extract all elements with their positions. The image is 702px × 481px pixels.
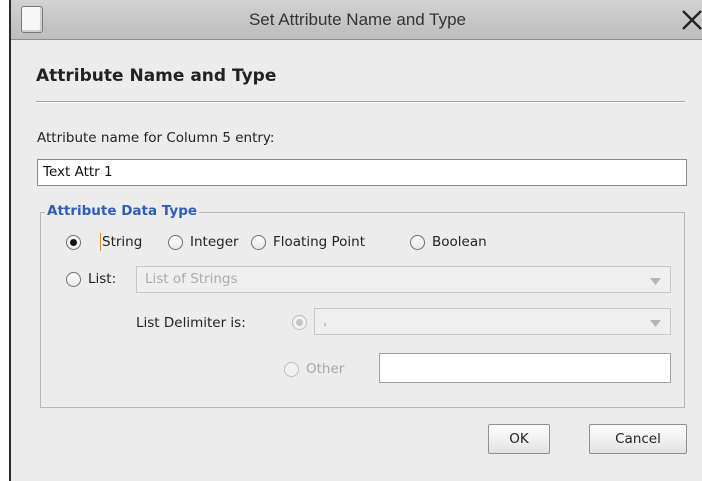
heading-divider (36, 101, 685, 103)
radio-delimiter-preset[interactable] (292, 315, 307, 330)
window-title: Set Attribute Name and Type (248, 10, 467, 29)
cancel-button[interactable]: Cancel (589, 424, 687, 454)
radio-floating-point-label[interactable]: Floating Point (273, 234, 365, 250)
radio-boolean-label[interactable]: Boolean (432, 234, 487, 250)
radio-integer-label[interactable]: Integer (190, 234, 239, 250)
delimiter-label: List Delimiter is: (136, 315, 246, 331)
ok-button[interactable]: OK (488, 424, 550, 454)
radio-delimiter-other-label[interactable]: Other (306, 361, 344, 377)
delimiter-select[interactable]: , (314, 308, 671, 335)
dialog-window: Set Attribute Name and Type Attribute Na… (9, 0, 702, 481)
radio-list-label[interactable]: List: (88, 271, 116, 287)
chevron-down-icon (650, 278, 661, 285)
list-type-select[interactable]: List of Strings (136, 266, 671, 293)
radio-delimiter-other[interactable] (284, 362, 299, 377)
radio-boolean[interactable] (410, 235, 425, 250)
focus-indicator (100, 233, 101, 251)
radio-floating-point[interactable] (251, 235, 266, 250)
delimiter-selected: , (323, 313, 328, 329)
attribute-name-label: Attribute name for Column 5 entry: (37, 130, 275, 146)
other-delimiter-input[interactable] (379, 353, 671, 383)
list-type-selected: List of Strings (145, 271, 238, 287)
radio-string[interactable] (66, 235, 81, 250)
radio-integer[interactable] (168, 235, 183, 250)
title-bar[interactable]: Set Attribute Name and Type (11, 0, 702, 40)
attribute-name-input[interactable]: Text Attr 1 (37, 159, 687, 186)
close-button[interactable] (678, 6, 702, 34)
chevron-down-icon (650, 320, 661, 327)
radio-list[interactable] (66, 272, 81, 287)
data-type-legend: Attribute Data Type (45, 203, 200, 219)
close-icon (682, 10, 702, 30)
section-heading: Attribute Name and Type (36, 66, 277, 86)
radio-string-label[interactable]: String (102, 234, 142, 250)
